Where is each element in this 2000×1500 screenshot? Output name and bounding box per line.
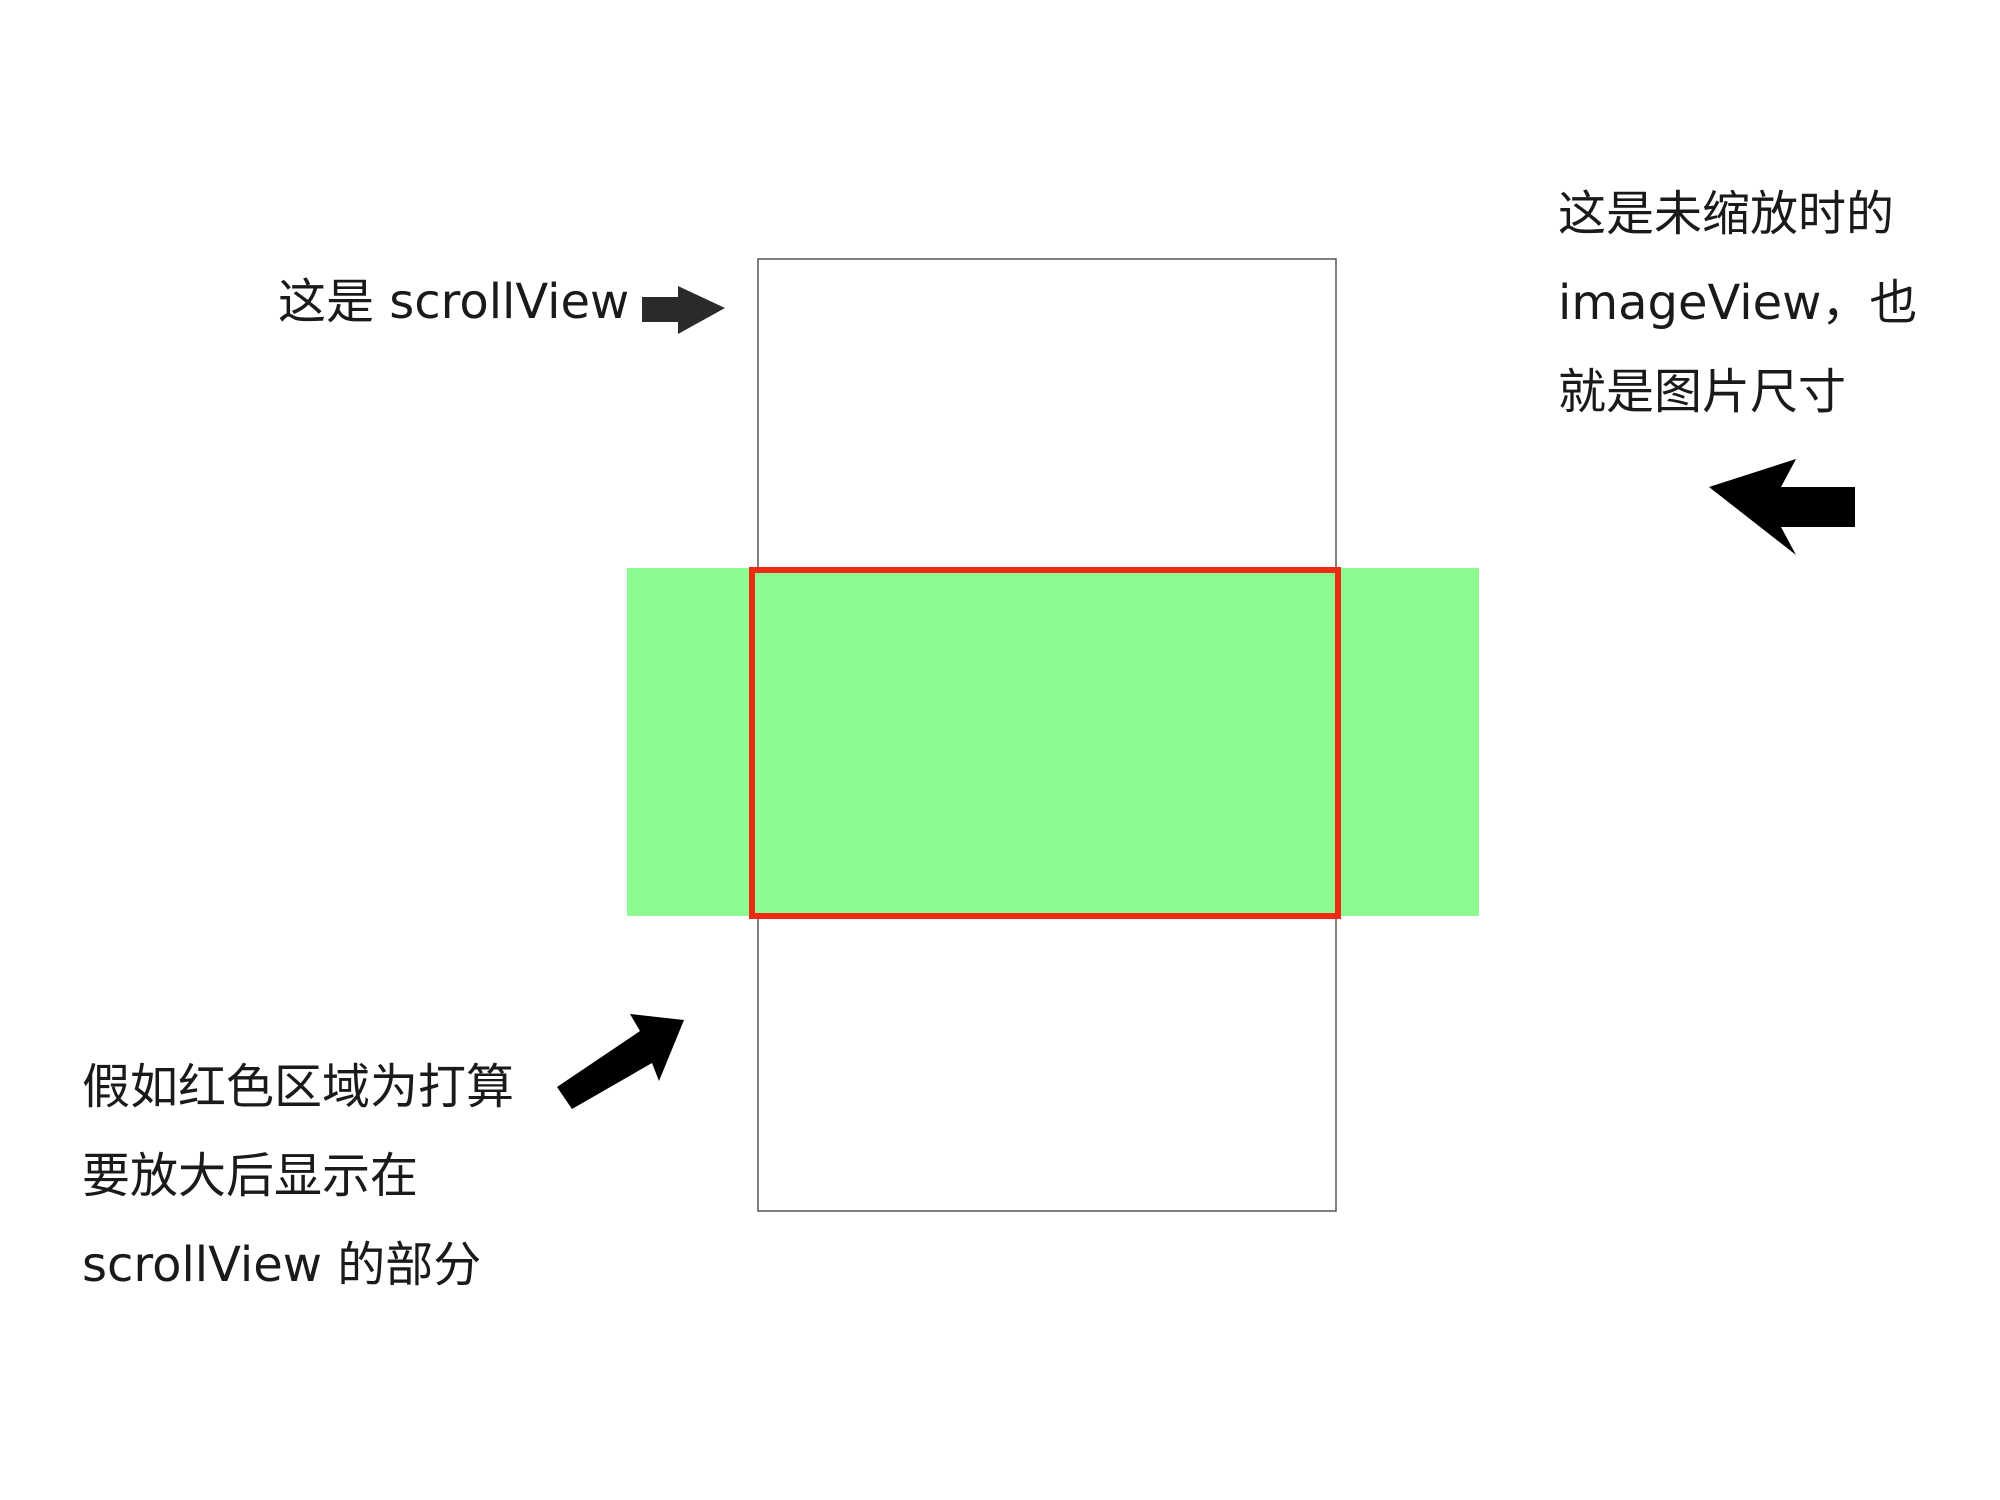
- imageview-label-line-2: imageView，也: [1558, 275, 1918, 331]
- scrollview-label-text: 这是 scrollView: [278, 274, 630, 330]
- arrow-up-right-icon: [557, 1014, 684, 1109]
- arrow-left-icon: [1709, 459, 1855, 555]
- red-region-label: 假如红色区域为打算 要放大后显示在 scrollView 的部分: [82, 1043, 514, 1310]
- imageview-label-line-3: 就是图片尺寸: [1558, 364, 1847, 420]
- imageview-label-line-1: 这是未缩放时的: [1558, 186, 1895, 242]
- red-region-label-line-1: 假如红色区域为打算: [82, 1059, 515, 1115]
- red-region-label-line-3: scrollView 的部分: [82, 1237, 482, 1293]
- imageview-label: 这是未缩放时的 imageView，也 就是图片尺寸: [1558, 170, 1917, 437]
- red-region-label-line-2: 要放大后显示在: [82, 1148, 419, 1204]
- scrollview-label: 这是 scrollView: [278, 258, 629, 346]
- arrow-right-icon: [642, 286, 725, 334]
